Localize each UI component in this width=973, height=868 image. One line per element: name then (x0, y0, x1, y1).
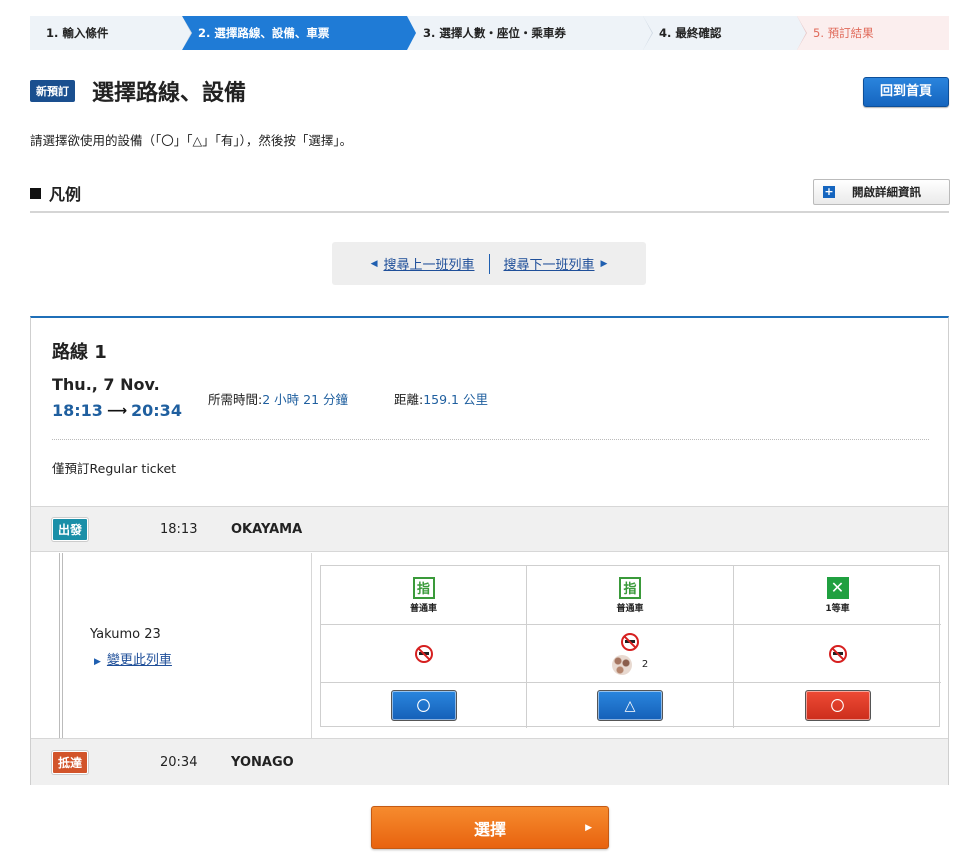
open-details-label: 開啟詳細資訊 (852, 185, 921, 199)
change-train: ▶ 變更此列車 (94, 649, 172, 668)
route-times: 18:13 ⟶ 20:34 (52, 401, 182, 420)
duration-value: 2 小時 21 分鐘 (262, 392, 348, 407)
distance-value: 159.1 公里 (423, 392, 488, 407)
dotted-divider (52, 439, 929, 440)
extra-count: 2 (641, 659, 649, 670)
no-smoking-icon (621, 632, 639, 651)
open-details-button[interactable]: + 開啟詳細資訊 (813, 179, 950, 205)
home-button[interactable]: 回到首頁 (863, 77, 949, 107)
triangle-right-icon: ▶ (585, 822, 592, 833)
step-1-label: 1. 輸入條件 (46, 26, 109, 40)
next-train-link[interactable]: 搜尋下一班列車 (504, 254, 595, 273)
triangle-right-icon: ▶ (600, 258, 608, 269)
previous-train-link[interactable]: 搜尋上一班列車 (383, 254, 474, 273)
departure-station: OKAYAMA (231, 521, 303, 537)
select-button[interactable]: 選擇 ▶ (371, 806, 609, 849)
change-train-link[interactable]: 變更此列車 (107, 653, 172, 668)
duration-info: 所需時間:2 小時 21 分鐘 (208, 389, 348, 408)
duration-label: 所需時間: (208, 392, 263, 407)
train-name: Yakumo 23 (90, 627, 161, 642)
departure-row: 出發 18:13 OKAYAMA (31, 506, 948, 552)
first-class-icon: ✕ (826, 576, 849, 599)
availability-cell: △ (527, 683, 734, 728)
instruction-text: 請選擇欲使用的設備（「〇」「△」「有」），然後按「選擇」。 (30, 133, 353, 148)
car-label: 普通車 (409, 603, 437, 614)
distance-label: 距離: (394, 392, 424, 407)
segment-divider (311, 553, 312, 738)
reserved-seat-icon: 指 (619, 576, 641, 599)
pattern-seat-icon (611, 654, 632, 675)
triangle-left-icon: ◀ (370, 258, 378, 269)
departure-tag: 出發 (52, 517, 89, 541)
depart-time: 18:13 (52, 401, 103, 420)
car-class-grid: 指普通車 指普通車 ✕ 1等車 2 〇 △ 〇 (320, 565, 941, 728)
step-3-label: 3. 選擇人數・座位・乘車券 (423, 26, 566, 40)
car-type-cell: ✕ 1等車 (734, 566, 941, 625)
seat-select-button-3[interactable]: 〇 (804, 690, 871, 721)
step-5-label: 5. 預訂結果 (813, 26, 874, 40)
step-1: 1. 輸入條件 (30, 16, 192, 50)
no-smoking-icon (828, 644, 847, 663)
car-type-cell: 指普通車 (527, 566, 734, 625)
car-type-cell: 指普通車 (321, 566, 527, 625)
new-booking-badge: 新預訂 (30, 80, 75, 102)
arrival-row: 抵達 20:34 YONAGO (31, 738, 948, 785)
legend-divider (30, 211, 949, 213)
arrival-station: YONAGO (231, 754, 294, 770)
progress-steps: 1. 輸入條件 2. 選擇路線、設備、車票 3. 選擇人數・座位・乘車券 4. … (30, 16, 949, 50)
page-title: 選擇路線、設備 (92, 81, 247, 106)
departure-time: 18:13 (160, 521, 198, 537)
availability-cell: 〇 (734, 683, 941, 728)
car-label: 普通車 (616, 603, 644, 614)
route-line (59, 553, 60, 738)
ticket-note: 僅預訂Regular ticket (52, 461, 177, 476)
train-navigation: ◀ 搜尋上一班列車 搜尋下一班列車 ▶ (332, 242, 646, 285)
extra-feature: 2 (611, 654, 649, 675)
reserved-seat-icon: 指 (412, 576, 435, 599)
route-line (62, 553, 63, 738)
train-segment: Yakumo 23 ▶ 變更此列車 指普通車 指普通車 ✕ 1等車 2 〇 △ 〇 (31, 553, 948, 738)
step-2-current: 2. 選擇路線、設備、車票 (182, 16, 416, 50)
seat-select-button-2[interactable]: △ (597, 690, 663, 721)
step-3: 3. 選擇人數・座位・乘車券 (407, 16, 653, 50)
arrow-right-icon: ⟶ (106, 402, 128, 419)
nav-separator (488, 253, 490, 274)
route-title: 路線 1 (52, 342, 107, 363)
route-date: Thu., 7 Nov. (52, 375, 160, 394)
select-button-label: 選擇 (473, 819, 506, 839)
square-icon (30, 187, 41, 199)
route-card: 路線 1 Thu., 7 Nov. 18:13 ⟶ 20:34 所需時間:2 小… (30, 316, 949, 785)
arrive-time: 20:34 (131, 401, 182, 420)
feature-cell (734, 625, 941, 683)
arrival-tag: 抵達 (52, 750, 89, 774)
legend-heading: 凡例 (30, 181, 81, 205)
step-4-label: 4. 最終確認 (659, 26, 722, 40)
arrival-time: 20:34 (160, 754, 198, 770)
car-label: 1等車 (825, 603, 850, 614)
legend-title: 凡例 (49, 185, 82, 204)
seat-select-button-1[interactable]: 〇 (390, 690, 457, 721)
feature-cell (321, 625, 527, 683)
triangle-right-icon: ▶ (94, 657, 101, 667)
step-2-label: 2. 選擇路線、設備、車票 (198, 26, 330, 40)
feature-cell: 2 (527, 625, 734, 683)
availability-cell: 〇 (321, 683, 527, 728)
distance-info: 距離:159.1 公里 (394, 389, 488, 408)
plus-icon: + (823, 185, 835, 198)
no-smoking-icon (414, 644, 433, 663)
step-5: 5. 預訂結果 (797, 16, 949, 50)
step-4: 4. 最終確認 (643, 16, 807, 50)
